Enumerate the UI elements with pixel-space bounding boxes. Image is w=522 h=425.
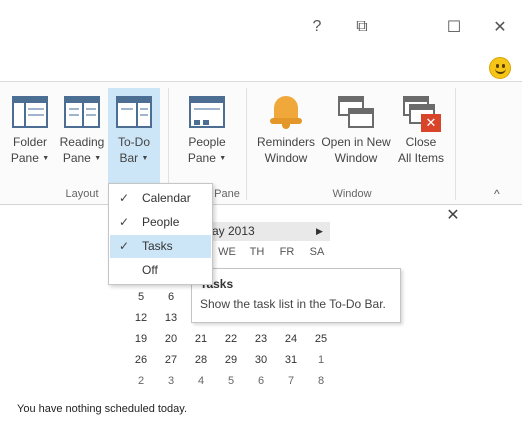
day-of-week: FR bbox=[279, 246, 295, 258]
menu-item-calendar[interactable]: ✓ Calendar bbox=[110, 187, 211, 210]
calendar-month-header: ay 2013 bbox=[200, 222, 330, 241]
tooltip-body: Show the task list in the To-Do Bar. bbox=[200, 297, 386, 311]
calendar-day[interactable]: 23 bbox=[246, 329, 276, 350]
people-pane-button[interactable]: People Pane ▼ bbox=[182, 88, 232, 184]
calendar-day[interactable]: 6 bbox=[156, 287, 186, 308]
reading-pane-icon bbox=[64, 96, 100, 128]
ribbon-separator bbox=[246, 88, 247, 200]
calendar-day[interactable]: 12 bbox=[126, 308, 156, 329]
calendar-day[interactable]: 19 bbox=[126, 329, 156, 350]
maximize-button[interactable]: ☐ bbox=[439, 14, 469, 40]
help-button[interactable]: ? bbox=[302, 14, 332, 40]
todo-bar-dropdown-menu: ✓ Calendar ✓ People ✓ Tasks Off bbox=[108, 183, 213, 285]
menu-item-label: Tasks bbox=[142, 239, 173, 253]
reminders-label-2: Window bbox=[264, 151, 308, 165]
calendar-day[interactable]: 5 bbox=[216, 371, 246, 392]
reading-pane-button[interactable]: Reading Pane ▼ bbox=[57, 88, 107, 184]
check-icon: ✓ bbox=[119, 191, 130, 205]
open-new-window-label-1: Open in New bbox=[321, 135, 391, 149]
collapse-ribbon-icon[interactable]: ^ bbox=[494, 187, 500, 201]
folder-pane-icon bbox=[12, 96, 48, 128]
close-all-items-icon: ✕ bbox=[401, 94, 441, 132]
maximize-icon: ☐ bbox=[446, 19, 462, 36]
menu-item-label: Calendar bbox=[142, 191, 191, 205]
todo-bar-label-1: To-Do bbox=[117, 135, 150, 149]
calendar-day[interactable]: 26 bbox=[126, 350, 156, 371]
dropdown-caret-icon: ▼ bbox=[42, 154, 50, 162]
restore-icon: ⧉ bbox=[356, 18, 368, 35]
close-all-items-button[interactable]: ✕ Close All Items bbox=[393, 88, 449, 184]
dropdown-caret-icon: ▼ bbox=[141, 154, 149, 162]
calendar-day[interactable]: 20 bbox=[156, 329, 186, 350]
menu-item-label: People bbox=[142, 215, 180, 229]
calendar-day[interactable]: 5 bbox=[126, 287, 156, 308]
todo-bar-button[interactable]: To-Do Bar ▼ bbox=[108, 88, 160, 184]
help-icon: ? bbox=[312, 18, 322, 35]
calendar-day[interactable]: 6 bbox=[246, 371, 276, 392]
menu-item-people[interactable]: ✓ People bbox=[110, 211, 211, 234]
group-label-window: Window bbox=[332, 188, 372, 200]
todo-bar-label-2: Bar bbox=[119, 151, 139, 165]
menu-item-label: Off bbox=[142, 263, 158, 277]
smiley-feedback-icon[interactable] bbox=[489, 57, 511, 79]
reminders-label-1: Reminders bbox=[256, 135, 316, 149]
schedule-status-text: You have nothing scheduled today. bbox=[17, 403, 188, 415]
close-all-label-1: Close bbox=[405, 135, 437, 149]
calendar-day[interactable]: 27 bbox=[156, 350, 186, 371]
close-all-label-2: All Items bbox=[397, 151, 444, 165]
reading-pane-label-2: Pane bbox=[62, 151, 91, 165]
calendar-day[interactable]: 22 bbox=[216, 329, 246, 350]
tasks-tooltip: Tasks Show the task list in the To-Do Ba… bbox=[191, 268, 401, 323]
next-month-arrow-icon[interactable]: ▶ bbox=[316, 222, 328, 241]
open-new-window-label-2: Window bbox=[334, 151, 378, 165]
check-icon: ✓ bbox=[119, 239, 130, 253]
folder-pane-label-2: Pane bbox=[10, 151, 39, 165]
dropdown-caret-icon: ▼ bbox=[219, 154, 227, 162]
folder-pane-label-1: Folder bbox=[12, 135, 47, 149]
dropdown-caret-icon: ▼ bbox=[94, 154, 102, 162]
todo-bar-icon bbox=[116, 96, 152, 128]
calendar-day[interactable]: 3 bbox=[156, 371, 186, 392]
folder-pane-button[interactable]: Folder Pane ▼ bbox=[6, 88, 54, 184]
group-label-people-pane: Pane bbox=[214, 188, 240, 200]
ribbon-separator bbox=[455, 88, 456, 200]
restore-button[interactable]: ⧉ bbox=[347, 14, 377, 40]
group-label-layout: Layout bbox=[65, 188, 99, 200]
new-window-icon bbox=[336, 94, 376, 132]
reading-pane-label-1: Reading bbox=[59, 135, 105, 149]
calendar-day[interactable]: 2 bbox=[126, 371, 156, 392]
tooltip-title: Tasks bbox=[200, 277, 234, 291]
people-pane-label-2: Pane bbox=[187, 151, 216, 165]
day-of-week: TH bbox=[249, 246, 265, 258]
feedback-row bbox=[0, 55, 522, 81]
calendar-day[interactable]: 31 bbox=[276, 350, 306, 371]
open-new-window-button[interactable]: Open in New Window bbox=[320, 88, 392, 184]
calendar-day[interactable]: 28 bbox=[186, 350, 216, 371]
people-pane-label-1: People bbox=[188, 135, 226, 149]
calendar-day[interactable]: 7 bbox=[276, 371, 306, 392]
day-of-week: WE bbox=[218, 246, 236, 258]
day-of-week: SA bbox=[309, 246, 325, 258]
calendar-day[interactable]: 4 bbox=[186, 371, 216, 392]
close-window-button[interactable]: ✕ bbox=[485, 14, 515, 40]
calendar-day[interactable]: 25 bbox=[306, 329, 336, 350]
calendar-day[interactable]: 29 bbox=[216, 350, 246, 371]
close-icon: ✕ bbox=[493, 19, 507, 36]
close-x-icon: ✕ bbox=[421, 114, 441, 132]
calendar-day[interactable]: 30 bbox=[246, 350, 276, 371]
calendar-day[interactable]: 8 bbox=[306, 371, 336, 392]
menu-item-off[interactable]: Off bbox=[110, 259, 211, 282]
reminders-window-button[interactable]: Reminders Window bbox=[254, 88, 318, 184]
calendar-day[interactable]: 13 bbox=[156, 308, 186, 329]
menu-item-tasks[interactable]: ✓ Tasks bbox=[110, 235, 211, 258]
calendar-day[interactable]: 21 bbox=[186, 329, 216, 350]
calendar-day[interactable]: 24 bbox=[276, 329, 306, 350]
check-icon: ✓ bbox=[119, 215, 130, 229]
bell-icon bbox=[268, 94, 304, 130]
todo-pane-close-icon[interactable]: ✕ bbox=[445, 205, 461, 224]
calendar-day[interactable]: 1 bbox=[306, 350, 336, 371]
people-pane-icon bbox=[189, 96, 225, 128]
